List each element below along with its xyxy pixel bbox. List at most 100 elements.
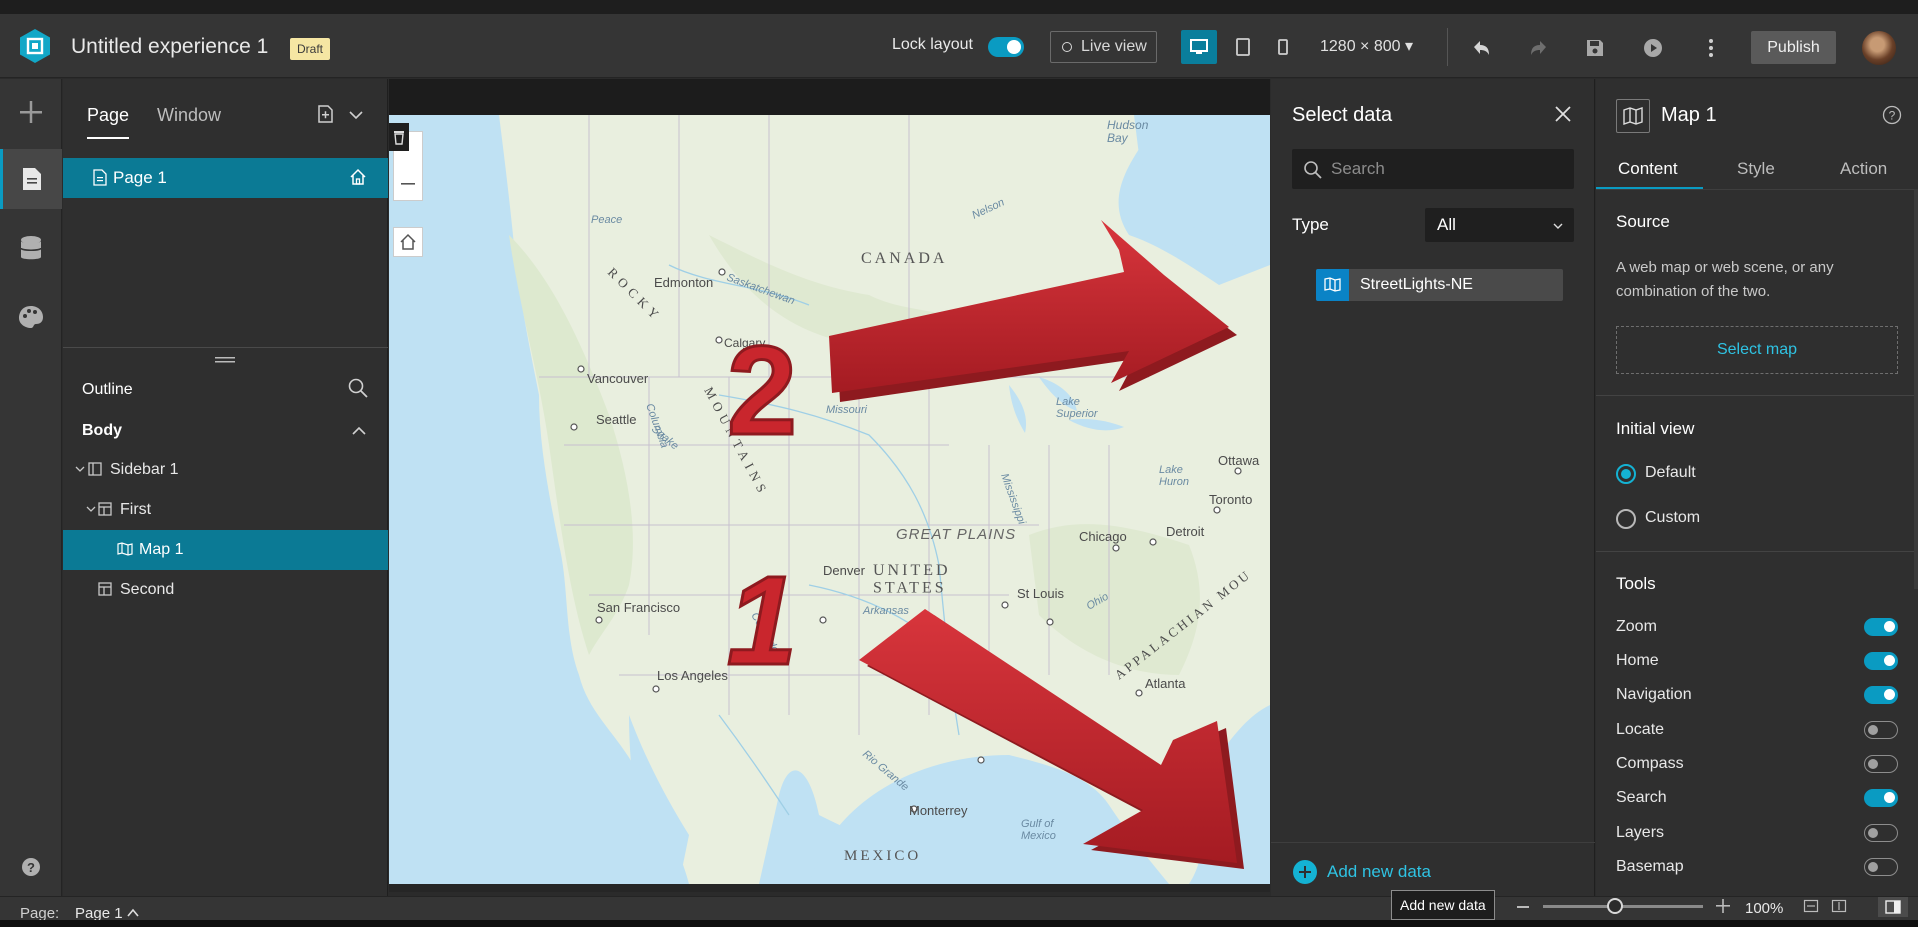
fit-width-icon[interactable] — [1803, 898, 1819, 914]
phone-device-button[interactable] — [1265, 30, 1301, 64]
tool-label: Locate — [1616, 721, 1665, 738]
tab-action[interactable]: Action — [1840, 159, 1887, 179]
save-icon — [1587, 40, 1603, 56]
outline-title: Outline — [82, 381, 133, 398]
tool-layers-toggle[interactable] — [1864, 824, 1898, 842]
dataset-item[interactable]: StreetLights-NE — [1316, 269, 1563, 301]
tool-locate-toggle[interactable] — [1864, 721, 1898, 739]
desktop-device-button[interactable] — [1181, 30, 1217, 64]
home-icon[interactable] — [349, 168, 367, 186]
sidebar-layout-icon — [88, 462, 102, 476]
tab-content[interactable]: Content — [1618, 159, 1678, 179]
caret-down-icon: ▾ — [1404, 38, 1414, 55]
arrow-2-shape — [829, 220, 1237, 402]
widget-title[interactable]: Map 1 — [1661, 104, 1717, 127]
tablet-icon — [1236, 38, 1250, 56]
resolution-dropdown[interactable]: 1280 × 800 ▾ — [1320, 36, 1413, 56]
tool-label: Navigation — [1616, 686, 1692, 703]
section-layout-icon — [98, 502, 112, 516]
widget-settings-panel: Map 1 ? Content Style Action Source A we… — [1596, 79, 1918, 896]
svg-text:?: ? — [1889, 109, 1896, 123]
add-new-data-button[interactable]: Add new data — [1271, 842, 1595, 896]
save-button[interactable] — [1579, 32, 1611, 64]
tablet-device-button[interactable] — [1225, 30, 1261, 64]
add-page-icon[interactable] — [315, 104, 335, 124]
panel-toggle-button[interactable] — [1878, 897, 1908, 917]
page-list-item[interactable]: Page 1 — [63, 158, 388, 198]
panel-divider — [63, 347, 388, 348]
radio-custom[interactable] — [1616, 509, 1636, 529]
redo-button[interactable] — [1523, 32, 1555, 64]
add-new-data-tooltip: Add new data — [1391, 890, 1495, 920]
zoom-slider-handle[interactable] — [1607, 898, 1623, 914]
tree-item-first[interactable]: First — [63, 490, 388, 530]
tree-item-map-1[interactable]: Map 1 — [63, 530, 388, 570]
preview-button[interactable] — [1637, 32, 1669, 64]
page-panel: Page Window Page 1 Outline Body Sidebar … — [63, 79, 388, 896]
page-panel-button[interactable] — [0, 149, 62, 209]
chevron-down-icon[interactable] — [348, 107, 364, 123]
more-options-button[interactable] — [1695, 32, 1727, 64]
tool-navigation-toggle[interactable] — [1864, 686, 1898, 704]
fit-screen-icon[interactable] — [1831, 898, 1847, 914]
tree-item-second[interactable]: Second — [63, 570, 388, 610]
publish-button[interactable]: Publish — [1751, 31, 1836, 64]
zoom-slider-track[interactable] — [1543, 905, 1703, 908]
page-icon — [23, 168, 41, 190]
user-avatar[interactable] — [1862, 31, 1896, 65]
tool-basemap-toggle[interactable] — [1864, 858, 1898, 876]
tree-item-label: Sidebar 1 — [110, 461, 179, 478]
help-icon: ? — [22, 858, 40, 876]
desktop-icon — [1190, 39, 1208, 54]
body-label: Body — [82, 422, 122, 439]
undo-button[interactable] — [1465, 32, 1497, 64]
tabs-divider — [1596, 189, 1918, 190]
tool-search-toggle[interactable] — [1864, 789, 1898, 807]
settings-scrollbar[interactable] — [1914, 189, 1918, 589]
theme-panel-button[interactable] — [0, 287, 62, 347]
data-search-input[interactable] — [1331, 150, 1566, 188]
tab-window[interactable]: Window — [157, 105, 221, 126]
insert-widget-button[interactable] — [0, 82, 62, 142]
app-header: Untitled experience 1 Draft Lock layout … — [0, 14, 1918, 78]
data-panel-button[interactable] — [0, 219, 62, 279]
experience-builder-logo-icon[interactable] — [17, 28, 53, 64]
zoom-out-icon[interactable] — [1517, 906, 1529, 908]
drag-handle-icon[interactable] — [215, 356, 235, 364]
map-icon — [117, 542, 133, 556]
help-icon[interactable]: ? — [1882, 105, 1902, 125]
type-label: Type — [1292, 215, 1329, 234]
lock-layout-toggle[interactable] — [988, 37, 1024, 57]
tool-home-toggle[interactable] — [1864, 652, 1898, 670]
zoom-in-icon[interactable] — [1716, 899, 1730, 913]
section-divider — [1596, 551, 1918, 552]
zoom-level: 100% — [1745, 900, 1784, 917]
svg-text:?: ? — [27, 860, 35, 875]
panel-right-icon — [1885, 900, 1901, 914]
close-icon[interactable] — [1553, 104, 1573, 124]
canvas-scrollbar[interactable] — [389, 884, 1270, 892]
more-vertical-icon — [1709, 39, 1713, 57]
map-widget[interactable]: Hudson Bay Nelson Peace CANADA Saskatchew… — [389, 115, 1270, 884]
lock-layout-label: Lock layout — [892, 36, 973, 53]
type-dropdown[interactable]: All — [1425, 208, 1574, 242]
app-title[interactable]: Untitled experience 1 — [71, 35, 268, 59]
chevron-down-icon[interactable] — [75, 464, 85, 474]
tab-style[interactable]: Style — [1737, 159, 1775, 179]
tool-zoom-toggle[interactable] — [1864, 618, 1898, 636]
select-map-button[interactable]: Select map — [1616, 326, 1898, 374]
tree-item-sidebar-1[interactable]: Sidebar 1 — [63, 450, 388, 490]
chevron-down-icon[interactable] — [86, 504, 96, 514]
section-divider — [1596, 395, 1918, 396]
chevron-up-icon[interactable] — [351, 423, 367, 439]
tool-layers: Layers — [1616, 820, 1898, 848]
tool-compass-toggle[interactable] — [1864, 755, 1898, 773]
radio-default[interactable] — [1616, 464, 1636, 484]
chevron-up-icon[interactable] — [127, 908, 139, 918]
annotation-1: 1 — [727, 550, 797, 691]
search-icon[interactable] — [347, 377, 369, 399]
tool-label: Layers — [1616, 824, 1665, 841]
help-button[interactable]: ? — [0, 837, 62, 897]
live-view-button[interactable]: Live view — [1050, 31, 1157, 63]
tab-page[interactable]: Page — [87, 105, 129, 126]
